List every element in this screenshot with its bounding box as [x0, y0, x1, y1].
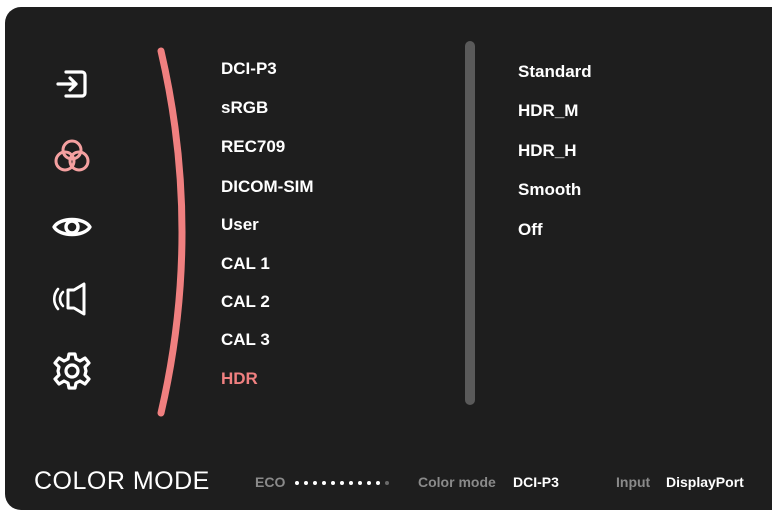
eco-level-dot — [304, 481, 308, 485]
eco-level-dot — [313, 481, 317, 485]
submenu-divider — [465, 41, 475, 405]
menu-item-cal-2[interactable]: CAL 2 — [221, 292, 270, 312]
submenu-item-standard[interactable]: Standard — [518, 62, 592, 82]
menu-item-cal-1[interactable]: CAL 1 — [221, 254, 270, 274]
eco-level-dot — [367, 481, 371, 485]
eco-level-dot — [385, 481, 389, 485]
submenu-item-hdr-m[interactable]: HDR_M — [518, 101, 578, 121]
color-mode-label: Color mode — [418, 474, 496, 490]
settings-icon[interactable] — [50, 349, 94, 393]
eco-level-indicator — [295, 480, 389, 486]
menu-item-cal-3[interactable]: CAL 3 — [221, 330, 270, 350]
eco-level-dot — [295, 481, 299, 485]
menu-item-hdr[interactable]: HDR — [221, 369, 258, 389]
menu-item-dicom-sim[interactable]: DICOM-SIM — [221, 177, 314, 197]
menu-item-srgb[interactable]: sRGB — [221, 98, 268, 118]
eco-level-dot — [349, 481, 353, 485]
eco-level-dot — [358, 481, 362, 485]
osd-menu-panel: DCI-P3 sRGB REC709 DICOM-SIM User CAL 1 … — [5, 7, 772, 510]
submenu-item-smooth[interactable]: Smooth — [518, 180, 581, 200]
menu-item-dci-p3[interactable]: DCI-P3 — [221, 59, 277, 79]
audio-icon[interactable] — [50, 277, 94, 321]
color-icon[interactable] — [50, 134, 94, 178]
eco-label: ECO — [255, 474, 286, 490]
eye-icon[interactable] — [50, 205, 94, 249]
eco-level-dot — [340, 481, 344, 485]
submenu-item-off[interactable]: Off — [518, 220, 543, 240]
color-mode-value: DCI-P3 — [513, 474, 559, 490]
menu-selection-arc — [155, 47, 205, 417]
submenu-item-hdr-h[interactable]: HDR_H — [518, 141, 577, 161]
input-value: DisplayPort — [666, 474, 744, 490]
eco-level-dot — [331, 481, 335, 485]
menu-item-user[interactable]: User — [221, 215, 259, 235]
eco-level-dot — [376, 481, 380, 485]
page-title: COLOR MODE — [34, 467, 210, 495]
menu-item-rec709[interactable]: REC709 — [221, 137, 285, 157]
input-label: Input — [616, 474, 651, 490]
input-icon[interactable] — [50, 62, 94, 106]
eco-level-dot — [322, 481, 326, 485]
